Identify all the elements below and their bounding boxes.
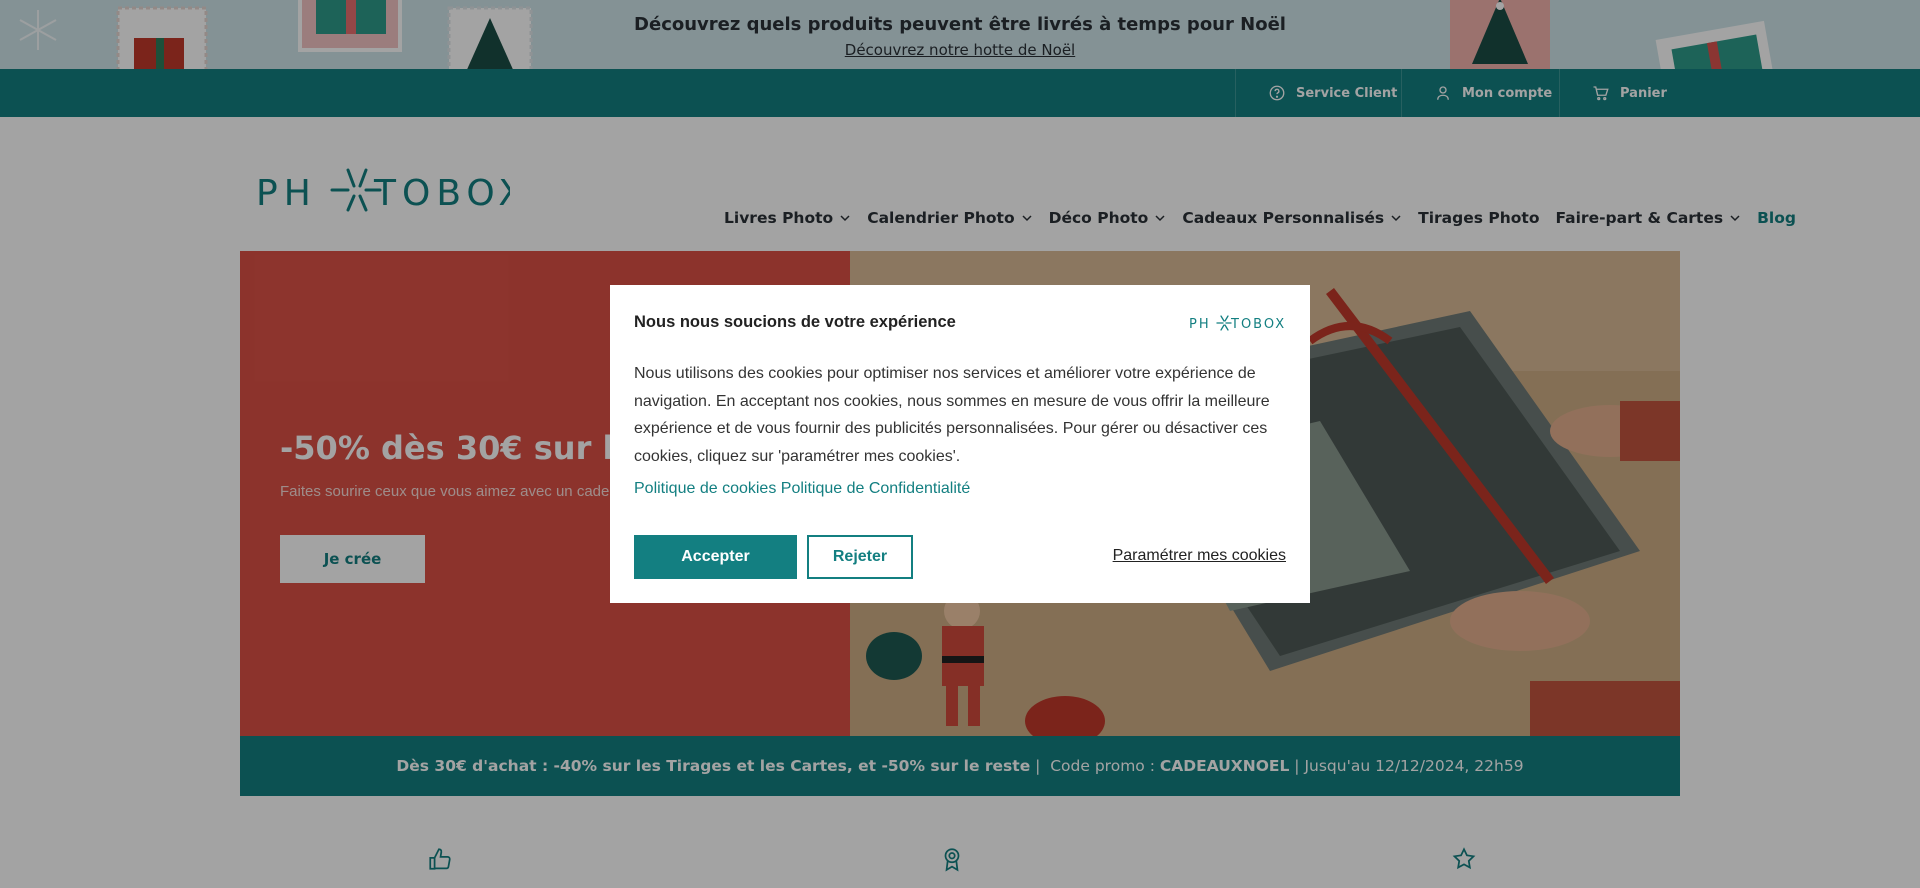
svg-text:TOBOX: TOBOX [1230,317,1286,332]
cookie-dialog-text: Nous utilisons des cookies pour optimise… [634,365,1270,465]
cookie-dialog-title: Nous nous soucions de votre expérience [634,313,956,331]
cookie-consent-dialog: Nous nous soucions de votre expérience P… [610,285,1310,603]
privacy-policy-link[interactable]: Politique de Confidentialité [781,480,970,497]
cookie-settings-link[interactable]: Paramétrer mes cookies [1113,547,1286,565]
reject-cookies-button[interactable]: Rejeter [807,535,913,579]
cookie-policy-link[interactable]: Politique de cookies [634,480,776,497]
svg-text:PH: PH [1189,317,1211,332]
photobox-logo: PH TOBOX [1189,315,1286,332]
cookie-policy-links: Politique de cookies Politique de Confid… [634,480,970,498]
accept-cookies-button[interactable]: Accepter [634,535,797,579]
